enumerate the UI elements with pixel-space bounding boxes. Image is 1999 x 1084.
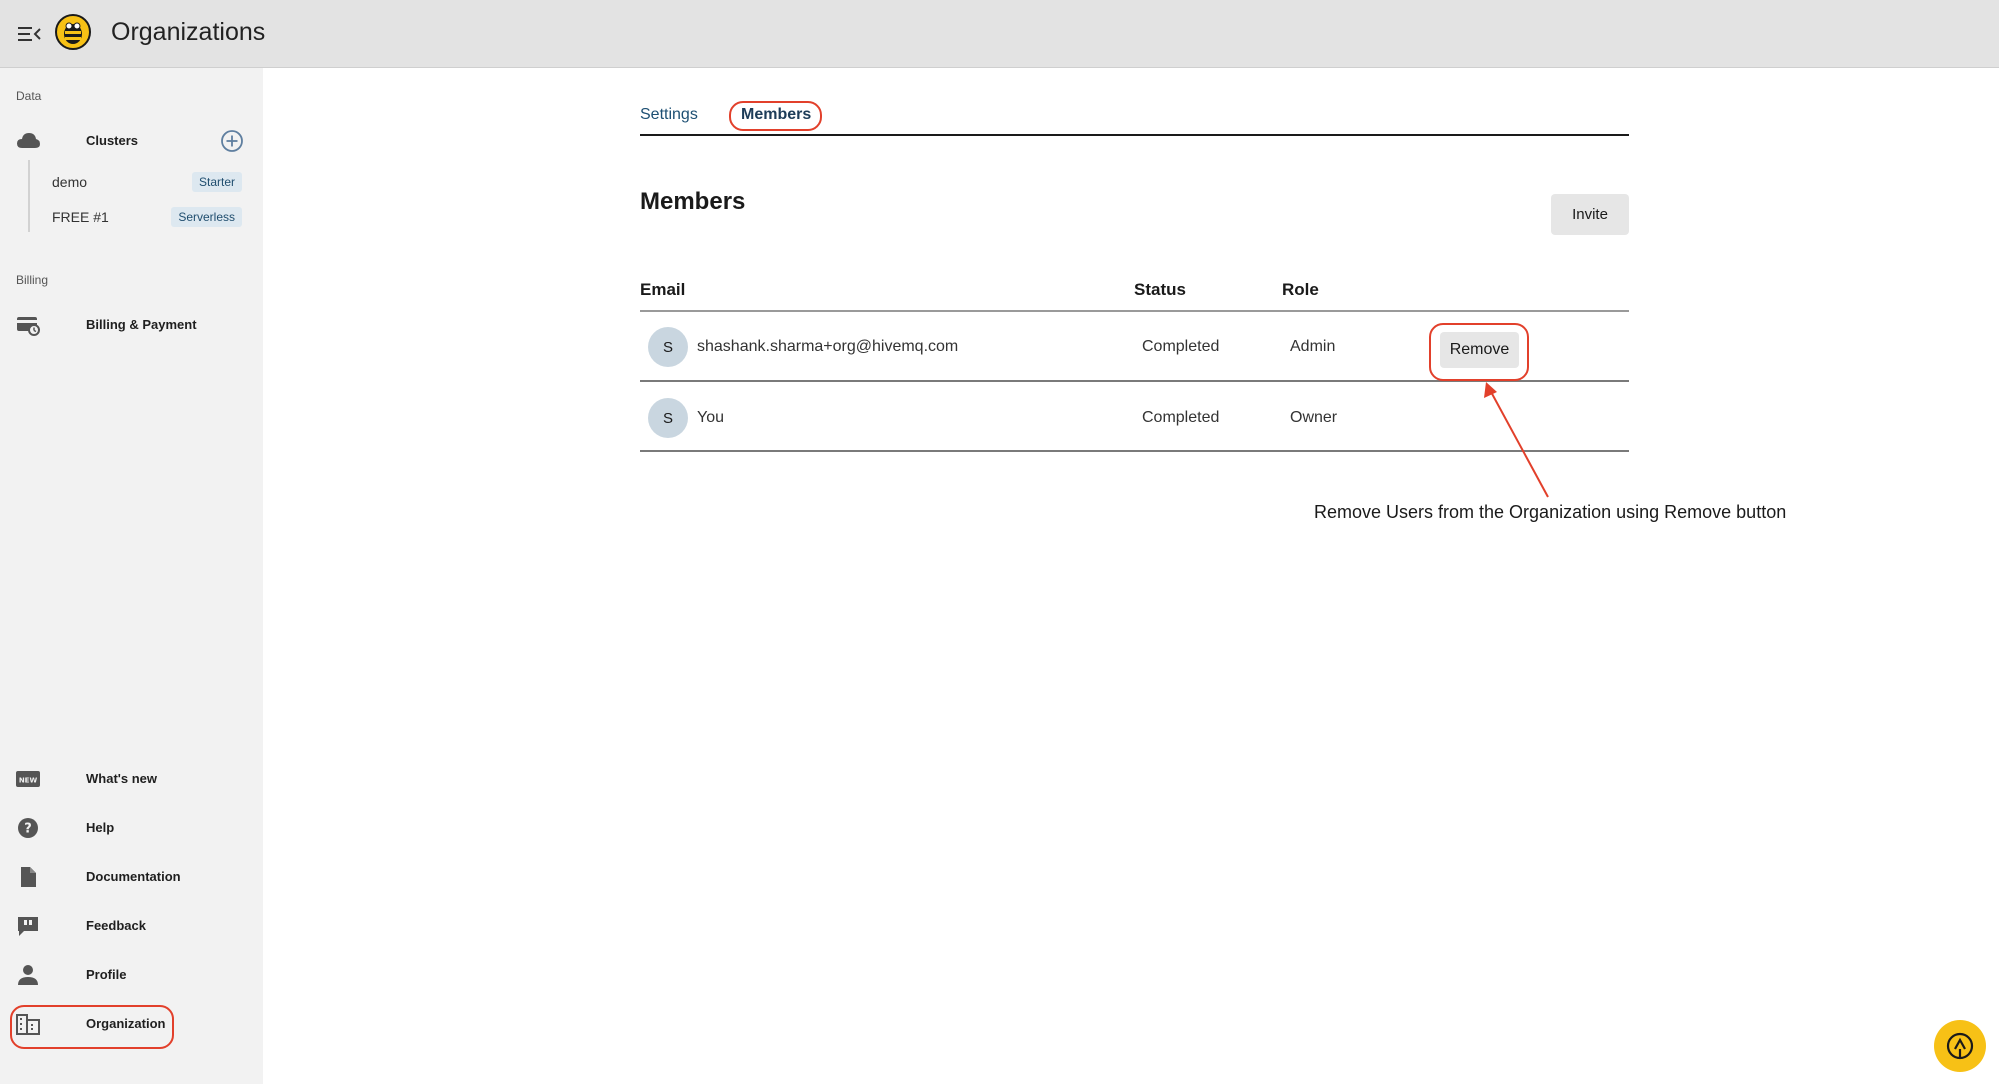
new-badge-icon: NEW [16,771,40,787]
sidebar-item-documentation[interactable]: Documentation [10,856,250,898]
person-icon [18,965,38,985]
sidebar-item-label: What's new [86,771,157,786]
table-row: S shashank.sharma+org@hivemq.com Complet… [640,312,1629,382]
avatar: S [648,327,688,367]
section-label-billing: Billing [16,273,49,287]
sidebar-item-organization[interactable]: Organization [10,1003,250,1045]
sidebar: Data Clusters demo Starter FREE #1 Serve… [0,68,263,1084]
member-email: shashank.sharma+org@hivemq.com [697,338,959,355]
invite-button[interactable]: Invite [1551,194,1629,235]
tab-members[interactable]: Members [741,106,811,124]
sidebar-item-help[interactable]: ? Help [10,807,250,849]
sidebar-item-label: Feedback [86,918,146,933]
avatar: S [648,398,688,438]
cluster-plan-badge: Starter [191,172,242,192]
help-circle-icon: ? [18,818,38,838]
sidebar-item-label: Help [86,820,115,835]
sidebar-item-feedback[interactable]: Feedback [10,905,250,947]
sidebar-item-clusters[interactable]: Clusters [10,120,250,162]
svg-text:?: ? [24,822,32,837]
column-header-email: Email [640,280,686,299]
cluster-name: demo [52,174,88,190]
cluster-item-demo[interactable]: demo Starter [52,168,248,196]
support-fab[interactable] [1934,1020,1986,1072]
member-role: Owner [1290,409,1338,426]
add-circle-icon[interactable] [220,129,244,153]
member-status: Completed [1142,409,1220,426]
tab-settings[interactable]: Settings [640,106,698,124]
sidebar-item-profile[interactable]: Profile [10,954,250,996]
document-icon [21,867,36,887]
member-email: You [697,409,724,426]
organization-icon [16,1014,40,1035]
column-header-role: Role [1282,280,1319,299]
sidebar-item-label: Profile [86,967,127,982]
feedback-icon [18,917,38,936]
support-icon [1946,1032,1974,1060]
top-bar: Organizations [0,0,1999,68]
page-title: Organizations [111,18,266,46]
cloud-icon [17,133,40,148]
remove-member-button[interactable]: Remove [1440,332,1519,368]
sidebar-item-label: Documentation [86,869,181,884]
svg-text:NEW: NEW [19,777,38,785]
sidebar-item-label: Clusters [86,133,139,148]
cluster-plan-badge: Serverless [171,207,242,227]
cluster-name: FREE #1 [52,209,109,225]
member-status: Completed [1142,338,1220,355]
sidebar-item-label: Organization [86,1016,166,1031]
sidebar-item-whats-new[interactable]: NEW What's new [10,758,250,800]
tab-bar: Settings Members [640,100,1629,136]
table-header: Email Status Role [640,272,1629,312]
sidebar-item-billing[interactable]: Billing & Payment [10,304,250,346]
section-label-data: Data [16,89,42,103]
annotation-text: Remove Users from the Organization using… [1314,502,1787,522]
members-title: Members [640,188,746,215]
menu-collapse-icon[interactable] [16,22,42,46]
cluster-item-free[interactable]: FREE #1 Serverless [52,203,248,231]
sidebar-item-label: Billing & Payment [86,317,197,332]
table-row: S You Completed Owner [640,384,1629,452]
member-role: Admin [1290,338,1336,355]
bee-logo-icon[interactable] [54,13,92,51]
column-header-status: Status [1134,280,1186,299]
billing-icon [17,317,40,336]
cluster-tree-line [28,160,30,232]
